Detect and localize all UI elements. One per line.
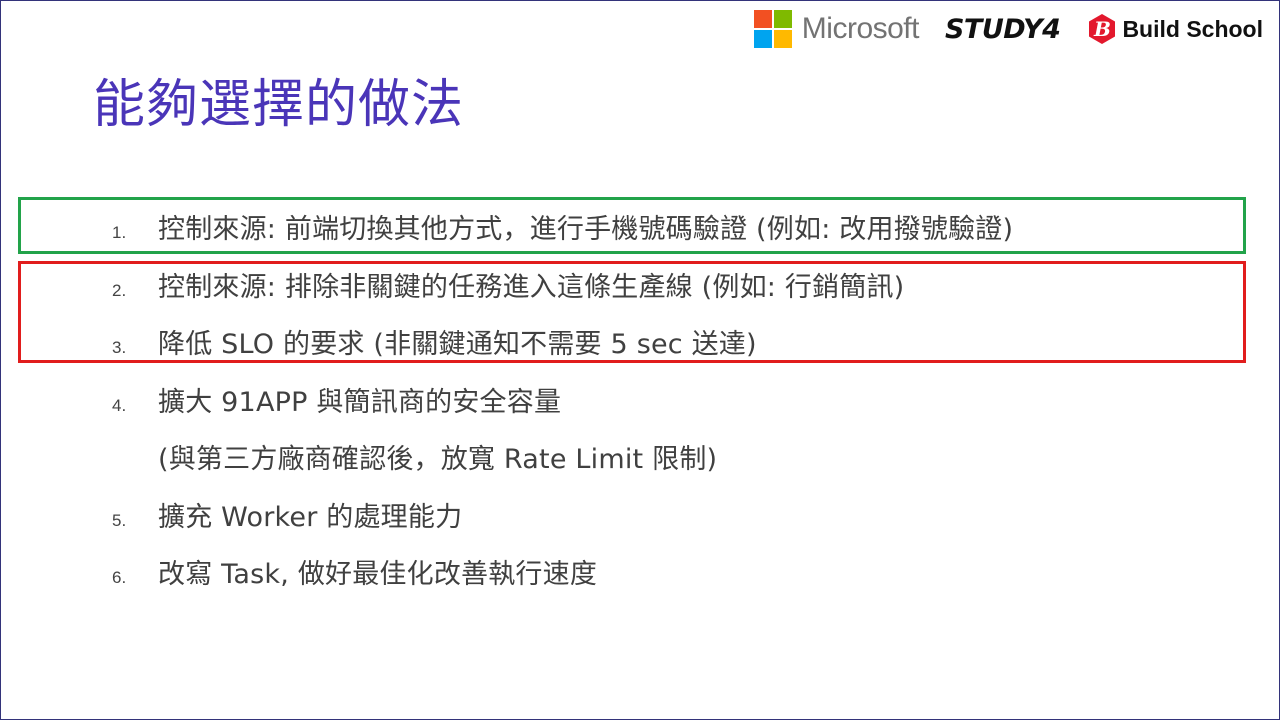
ms-square-blue bbox=[753, 30, 772, 48]
list-item: 2. 控制來源: 排除非關鍵的任務進入這條生產線 (例如: 行銷簡訊) bbox=[1, 257, 1279, 315]
list-item-text: 擴大 91APP 與簡訊商的安全容量 bbox=[158, 386, 562, 418]
ms-square-red bbox=[753, 10, 772, 28]
list-item: 1. 控制來源: 前端切換其他方式，進行手機號碼驗證 (例如: 改用撥號驗證) bbox=[1, 199, 1279, 257]
slide: Microsoft STUDY4 B Build School 能夠選擇的做法 … bbox=[0, 0, 1280, 720]
slide-title: 能夠選擇的做法 bbox=[93, 75, 465, 135]
ms-square-yellow bbox=[773, 30, 792, 48]
list-item: 4. 擴大 91APP 與簡訊商的安全容量 bbox=[1, 372, 1279, 430]
partner-logos: Microsoft STUDY4 B Build School bbox=[753, 9, 1263, 49]
list-item-text: 控制來源: 前端切換其他方式，進行手機號碼驗證 (例如: 改用撥號驗證) bbox=[158, 214, 1014, 245]
study4-logo: STUDY4 bbox=[944, 13, 1061, 45]
list-item-number: 3. bbox=[112, 338, 127, 357]
list-item-number: 4. bbox=[112, 395, 127, 415]
list-item-number: 1. bbox=[112, 223, 127, 242]
list-item-text: 控制來源: 排除非關鍵的任務進入這條生產線 (例如: 行銷簡訊) bbox=[158, 271, 905, 303]
microsoft-logo-text: Microsoft bbox=[801, 12, 920, 45]
list-item-text: (與第三方廠商確認後，放寬 Rate Limit 限制) bbox=[158, 444, 718, 475]
buildschool-badge-icon: B bbox=[1086, 13, 1118, 45]
buildschool-logo: B Build School bbox=[1086, 13, 1263, 45]
list-item: 3. 降低 SLO 的要求 (非關鍵通知不需要 5 sec 送達) bbox=[1, 314, 1279, 372]
list-item-continuation: (與第三方廠商確認後，放寬 Rate Limit 限制) bbox=[1, 429, 1279, 487]
options-list: 1. 控制來源: 前端切換其他方式，進行手機號碼驗證 (例如: 改用撥號驗證) … bbox=[1, 199, 1279, 602]
list-item-number: 2. bbox=[112, 280, 127, 300]
buildschool-logo-text: Build School bbox=[1122, 15, 1263, 42]
list-item-text: 擴充 Worker 的處理能力 bbox=[158, 501, 463, 533]
list-item: 5. 擴充 Worker 的處理能力 bbox=[1, 487, 1279, 545]
list-item-number: 6. bbox=[112, 568, 127, 587]
ms-square-green bbox=[773, 10, 792, 28]
list-item-text: 改寫 Task, 做好最佳化改善執行速度 bbox=[158, 559, 598, 590]
buildschool-badge-letter: B bbox=[1093, 17, 1111, 41]
list-item: 6. 改寫 Task, 做好最佳化改善執行速度 bbox=[1, 544, 1279, 602]
microsoft-windows-icon bbox=[753, 10, 792, 48]
microsoft-logo: Microsoft bbox=[753, 10, 920, 48]
list-item-number: 5. bbox=[112, 510, 127, 530]
list-item-text: 降低 SLO 的要求 (非關鍵通知不需要 5 sec 送達) bbox=[158, 329, 757, 360]
